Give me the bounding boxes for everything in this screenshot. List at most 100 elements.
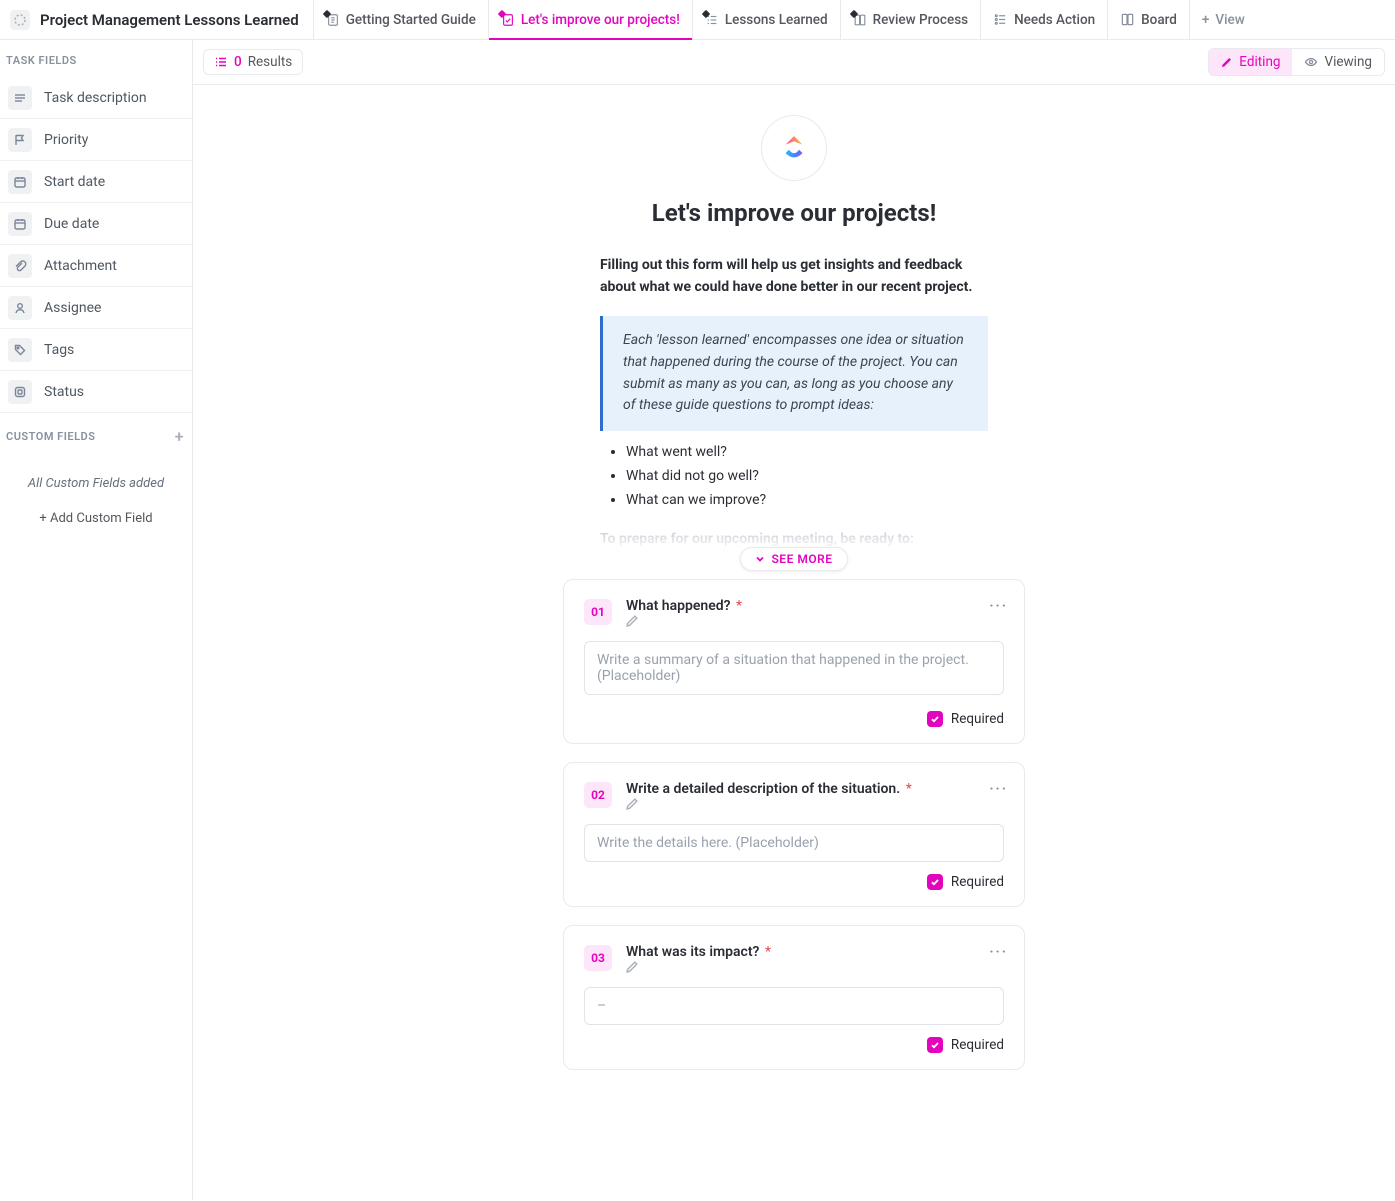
see-more-label: SEE MORE — [771, 552, 832, 566]
question-1-input[interactable] — [584, 641, 1004, 695]
required-label: Required — [951, 1037, 1004, 1053]
sidebar-section-custom-fields: CUSTOM FIELDS + — [0, 413, 192, 456]
section-label: TASK FIELDS — [6, 54, 77, 67]
bullet-item: What can we improve? — [626, 489, 988, 513]
topbar: Project Management Lessons Learned Getti… — [0, 0, 1395, 40]
required-star: * — [736, 598, 742, 614]
sidebar-section-task-fields: TASK FIELDS — [0, 40, 192, 77]
field-status[interactable]: Status — [0, 371, 192, 413]
question-3-input[interactable] — [584, 987, 1004, 1025]
collapsed-section: To prepare for our upcoming meeting, be … — [600, 531, 988, 563]
required-star: * — [765, 944, 771, 960]
field-start-date[interactable]: Start date — [0, 161, 192, 203]
attachment-icon — [8, 254, 32, 278]
question-2-input[interactable] — [584, 824, 1004, 862]
question-card-1: ··· 01 What happened? * Required — [563, 579, 1025, 744]
tab-board[interactable]: Board — [1107, 0, 1189, 39]
list-icon — [993, 12, 1008, 27]
bullet-item: What went well? — [626, 441, 988, 465]
field-label: Status — [44, 384, 84, 400]
required-label: Required — [951, 711, 1004, 727]
results-count: 0 — [234, 54, 242, 70]
see-more-button[interactable]: SEE MORE — [740, 547, 847, 571]
mode-label: Viewing — [1324, 54, 1372, 70]
more-icon[interactable]: ··· — [989, 781, 1008, 797]
content: 0 Results Editing Viewing — [193, 40, 1395, 1200]
form-intro: Filling out this form will help us get i… — [600, 255, 988, 298]
question-number: 01 — [584, 599, 612, 625]
question-label: Write a detailed description of the situ… — [626, 781, 900, 797]
more-icon[interactable]: ··· — [989, 598, 1008, 614]
sidebar: TASK FIELDS Task description Priority St… — [0, 40, 193, 1200]
results-label: Results — [248, 54, 293, 70]
field-tags[interactable]: Tags — [0, 329, 192, 371]
tab-label: Needs Action — [1014, 12, 1095, 28]
pencil-icon[interactable] — [626, 797, 918, 810]
text-icon — [8, 86, 32, 110]
question-number: 02 — [584, 782, 612, 808]
field-label: Start date — [44, 174, 105, 190]
results-pill[interactable]: 0 Results — [203, 49, 303, 75]
field-attachment[interactable]: Attachment — [0, 245, 192, 287]
question-card-3: ··· 03 What was its impact? * Required — [563, 925, 1025, 1070]
required-checkbox[interactable] — [927, 711, 943, 727]
pencil-icon[interactable] — [626, 614, 748, 627]
mode-label: Editing — [1239, 54, 1280, 70]
tab-label: Let's improve our projects! — [521, 12, 680, 28]
content-toolbar: 0 Results Editing Viewing — [193, 40, 1395, 85]
tab-label: Getting Started Guide — [346, 12, 476, 28]
tabs: Getting Started Guide Let's improve our … — [313, 0, 1257, 39]
pin-icon — [853, 13, 867, 27]
more-icon[interactable]: ··· — [989, 944, 1008, 960]
user-icon — [8, 296, 32, 320]
pin-icon — [326, 13, 340, 27]
pin-icon — [705, 13, 719, 27]
tab-lessons-learned[interactable]: Lessons Learned — [692, 0, 840, 39]
add-view-label: View — [1215, 12, 1244, 28]
board-icon — [1120, 12, 1135, 27]
mode-editing[interactable]: Editing — [1209, 49, 1292, 75]
plus-icon[interactable]: + — [175, 427, 184, 446]
chevron-down-icon — [755, 554, 765, 564]
question-number: 03 — [584, 945, 612, 971]
field-label: Task description — [44, 90, 147, 106]
field-task-description[interactable]: Task description — [0, 77, 192, 119]
tab-label: Review Process — [873, 12, 968, 28]
add-view-button[interactable]: + View — [1189, 0, 1257, 39]
section-label: CUSTOM FIELDS — [6, 430, 95, 443]
required-checkbox[interactable] — [927, 1037, 943, 1053]
plus-icon: + — [1202, 12, 1210, 28]
question-label: What was its impact? — [626, 944, 759, 960]
required-checkbox[interactable] — [927, 874, 943, 890]
tab-label: Board — [1141, 12, 1177, 28]
topbar-title-block: Project Management Lessons Learned — [6, 10, 313, 30]
pencil-icon[interactable] — [626, 960, 777, 973]
calendar-icon — [8, 170, 32, 194]
eye-icon — [1304, 55, 1318, 69]
status-square-icon — [8, 380, 32, 404]
flag-icon — [8, 128, 32, 152]
field-priority[interactable]: Priority — [0, 119, 192, 161]
add-custom-field-button[interactable]: + Add Custom Field — [0, 511, 192, 526]
tab-needs-action[interactable]: Needs Action — [980, 0, 1107, 39]
mode-toggle: Editing Viewing — [1208, 48, 1385, 76]
tab-review-process[interactable]: Review Process — [840, 0, 980, 39]
question-card-2: ··· 02 Write a detailed description of t… — [563, 762, 1025, 907]
field-label: Assignee — [44, 300, 101, 316]
field-label: Attachment — [44, 258, 117, 274]
question-label: What happened? — [626, 598, 731, 614]
custom-fields-note: All Custom Fields added — [0, 456, 192, 511]
tab-getting-started[interactable]: Getting Started Guide — [313, 0, 488, 39]
page-title: Project Management Lessons Learned — [40, 11, 299, 29]
field-assignee[interactable]: Assignee — [0, 287, 192, 329]
required-label: Required — [951, 874, 1004, 890]
form-note-box: Each 'lesson learned' encompasses one id… — [600, 316, 988, 431]
field-due-date[interactable]: Due date — [0, 203, 192, 245]
tab-improve-projects[interactable]: Let's improve our projects! — [488, 0, 692, 39]
tab-label: Lessons Learned — [725, 12, 828, 28]
list-icon — [214, 55, 228, 69]
mode-viewing[interactable]: Viewing — [1292, 49, 1384, 75]
bullet-item: What did not go well? — [626, 465, 988, 489]
form-bullet-list: What went well? What did not go well? Wh… — [600, 441, 988, 512]
field-label: Tags — [44, 342, 74, 358]
